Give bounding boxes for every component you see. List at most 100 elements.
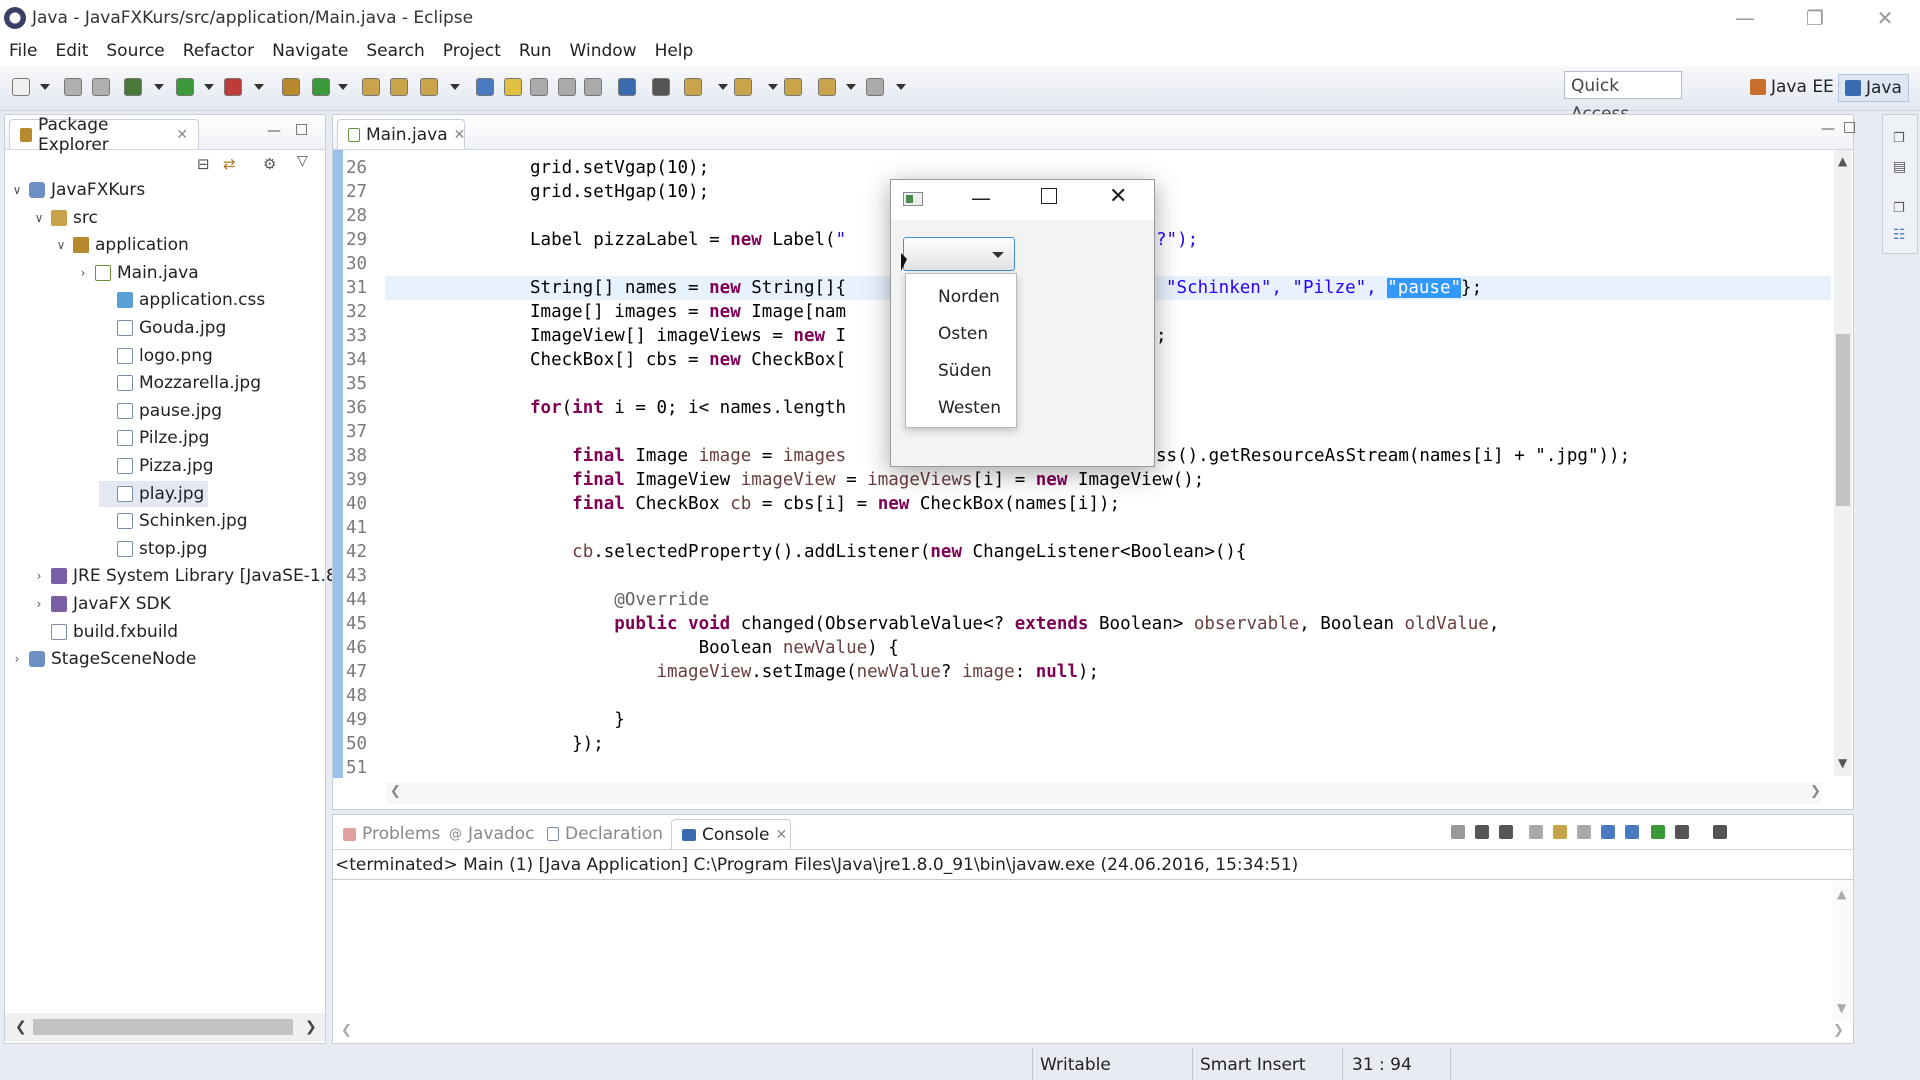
next-annotation-icon[interactable] <box>684 78 702 96</box>
direction-combo-box[interactable] <box>903 237 1015 271</box>
tree-item[interactable]: ∨ src <box>33 205 98 231</box>
scrollbar-thumb[interactable] <box>1836 334 1850 506</box>
tree-item[interactable]: ∨ application <box>55 232 189 258</box>
dropdown-arrow-icon[interactable] <box>846 84 856 90</box>
dropdown-arrow-icon[interactable] <box>768 84 778 90</box>
chevron-right-icon[interactable]: › <box>11 646 23 672</box>
code-line[interactable]: 41 <box>346 516 386 540</box>
tab-console[interactable]: Console ✕ <box>671 819 791 849</box>
filter-icon[interactable]: ⚙ <box>263 155 276 173</box>
code-line[interactable]: 46 Boolean newValue) { <box>346 636 899 660</box>
menu-window[interactable]: Window <box>561 36 646 66</box>
code-line[interactable]: 39 final ImageView imageView = imageView… <box>346 468 1204 492</box>
perspective-java-ee[interactable]: Java EE <box>1744 74 1840 100</box>
code-fragment[interactable]: ss().getResourceAsStream(names[i] + ".jp… <box>1156 444 1630 468</box>
chevron-down-icon[interactable]: ∨ <box>33 205 45 231</box>
close-button[interactable]: ✕ <box>1850 0 1920 36</box>
code-line[interactable]: 27 grid.setHgap(10); <box>346 180 709 204</box>
tab-javadoc[interactable]: @ Javadoc <box>443 819 540 849</box>
restore-icon[interactable]: ❐ <box>1893 201 1905 216</box>
tree-item[interactable]: build.fxbuild <box>33 619 178 645</box>
close-tab-icon[interactable]: ✕ <box>776 827 788 843</box>
code-line[interactable]: 28 <box>346 204 386 228</box>
search-icon[interactable] <box>420 78 438 96</box>
dropdown-option-1[interactable]: Osten <box>938 319 988 349</box>
code-line[interactable]: 44 @Override <box>346 588 709 612</box>
code-line[interactable]: 50 }); <box>346 732 604 756</box>
dropdown-arrow-icon[interactable] <box>450 84 460 90</box>
close-tab-icon[interactable]: ✕ <box>454 127 466 143</box>
scroll-lock-icon[interactable] <box>1553 825 1567 839</box>
new-console-icon[interactable] <box>1675 825 1689 839</box>
menu-navigate[interactable]: Navigate <box>263 36 357 66</box>
perspective-java[interactable]: Java <box>1838 74 1909 102</box>
dropdown-arrow-icon[interactable] <box>40 84 50 90</box>
code-line[interactable]: 49 } <box>346 708 625 732</box>
editor-vertical-scrollbar[interactable]: ▲ ▼ <box>1834 150 1852 776</box>
code-line[interactable]: 47 imageView.setImage(newValue? image: n… <box>346 660 1099 684</box>
code-fragment[interactable]: "Schinken", "Pilze", "pause"}; <box>1166 276 1482 300</box>
tree-item[interactable]: › Main.java <box>77 260 199 286</box>
console-vertical-scrollbar[interactable]: ▲ ▼ <box>1833 881 1851 1021</box>
pin-console-icon[interactable] <box>1601 825 1615 839</box>
menu-help[interactable]: Help <box>646 36 703 66</box>
tree-item[interactable]: logo.png <box>99 343 213 369</box>
mark-occurrences-icon[interactable] <box>476 78 494 96</box>
tree-item[interactable]: Pizza.jpg <box>99 453 214 479</box>
toggle-word-wrap-icon[interactable] <box>530 78 548 96</box>
tree-item[interactable]: Gouda.jpg <box>99 315 226 341</box>
code-line[interactable]: 33 ImageView[] imageViews = new I <box>346 324 846 348</box>
tree-item[interactable]: Schinken.jpg <box>99 508 248 534</box>
open-console-icon[interactable] <box>1651 825 1665 839</box>
quick-access-input[interactable]: Quick Access <box>1564 71 1682 124</box>
link-with-editor-icon[interactable]: ⇄ <box>223 155 236 173</box>
new-java-project-icon[interactable] <box>282 78 300 96</box>
dropdown-option-2[interactable]: Süden <box>938 356 992 386</box>
restore-button[interactable]: ❐ <box>1780 0 1850 36</box>
minimize-view-icon[interactable]: — <box>267 123 281 139</box>
code-fragment[interactable]: ?"); <box>1156 228 1198 252</box>
open-folder-icon[interactable] <box>390 78 408 96</box>
chevron-right-icon[interactable]: › <box>33 563 45 589</box>
code-line[interactable]: 34 CheckBox[] cbs = new CheckBox[ <box>346 348 846 372</box>
dropdown-arrow-icon[interactable] <box>718 84 728 90</box>
menu-refactor[interactable]: Refactor <box>174 36 263 66</box>
dropdown-arrow-icon[interactable] <box>338 84 348 90</box>
block-select-icon[interactable] <box>584 78 602 96</box>
back-icon[interactable] <box>818 78 836 96</box>
dropdown-option-3[interactable]: Westen <box>938 393 1001 423</box>
code-line[interactable]: 30 <box>346 252 386 276</box>
code-line[interactable]: 42 cb.selectedProperty().addListener(new… <box>346 540 1246 564</box>
code-line[interactable]: 45 public void changed(ObservableValue<?… <box>346 612 1499 636</box>
run-icon[interactable] <box>176 78 194 96</box>
maximize-view-icon[interactable]: □ <box>295 121 308 137</box>
menu-search[interactable]: Search <box>357 36 433 66</box>
code-line[interactable]: 29 Label pizzaLabel = new Label(" <box>346 228 846 252</box>
chevron-down-icon[interactable]: ∨ <box>11 177 23 203</box>
show-whitespace-icon[interactable] <box>558 78 576 96</box>
console-horizontal-scrollbar[interactable]: ❮ ❯ <box>333 1021 1844 1043</box>
new-icon[interactable] <box>12 78 30 96</box>
code-line[interactable]: 35 <box>346 372 386 396</box>
minimize-button[interactable]: — <box>971 186 991 210</box>
last-edit-icon[interactable] <box>784 78 802 96</box>
new-class-icon[interactable] <box>312 78 330 96</box>
dropdown-arrow-icon[interactable] <box>204 84 214 90</box>
tree-item[interactable]: application.css <box>99 287 265 313</box>
code-line[interactable]: 31 String[] names = new String[]{ <box>346 276 846 300</box>
console-icon[interactable] <box>618 78 636 96</box>
code-line[interactable]: 32 Image[] images = new Image[nam <box>346 300 846 324</box>
code-line[interactable]: 36 for(int i = 0; i< names.length <box>346 396 846 420</box>
tree-item[interactable]: Mozzarella.jpg <box>99 370 261 396</box>
horizontal-scrollbar[interactable]: ❮ ❯ <box>5 1013 325 1041</box>
dropdown-arrow-icon[interactable] <box>154 84 164 90</box>
dropdown-option-0[interactable]: Norden <box>938 282 1000 312</box>
highlight-icon[interactable] <box>504 78 522 96</box>
collapse-all-icon[interactable]: ⊟ <box>197 155 210 173</box>
tab-package-explorer[interactable]: Package Explorer ✕ <box>9 115 199 155</box>
code-line[interactable]: 38 final Image image = images <box>346 444 846 468</box>
display-console-icon[interactable] <box>1625 825 1639 839</box>
menu-source[interactable]: Source <box>97 36 173 66</box>
pin-icon[interactable] <box>652 78 670 96</box>
view-menu-icon[interactable]: ▽ <box>297 153 308 169</box>
